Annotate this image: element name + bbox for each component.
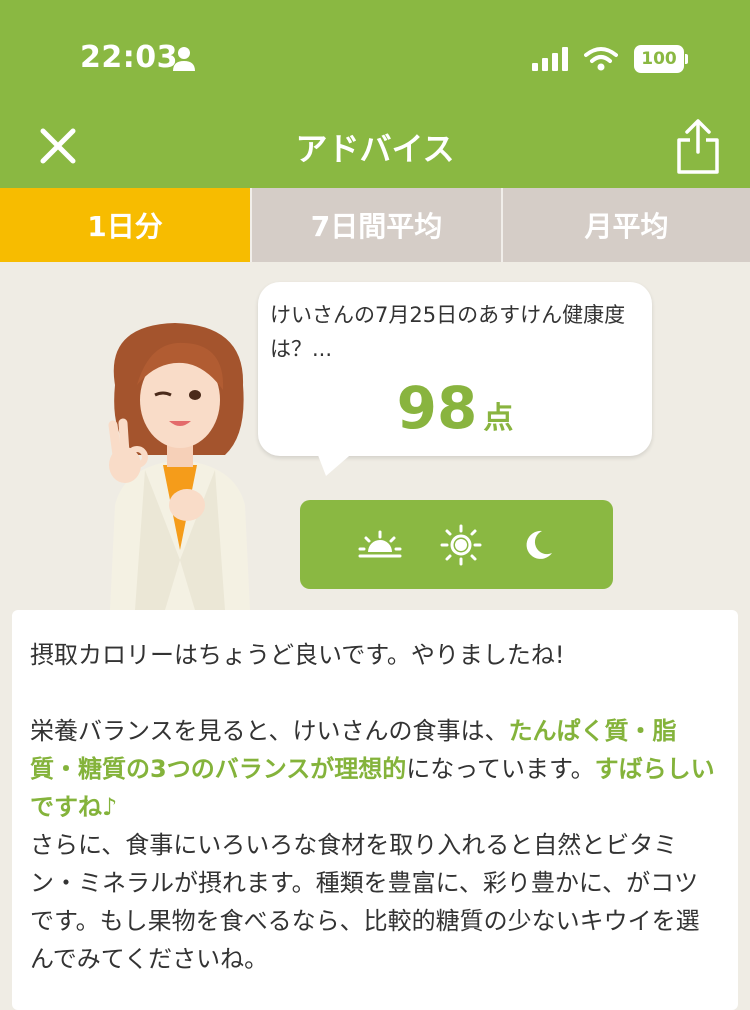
wifi-icon	[584, 47, 618, 71]
sunrise-icon[interactable]	[358, 530, 402, 560]
speech-bubble-tail	[316, 450, 356, 476]
advice-calorie-line: 摂取カロリーはちょうど良いです。やりましたね!	[30, 641, 565, 669]
meal-time-selector	[300, 500, 613, 589]
speech-bubble: けいさんの7月25日のあすけん健康度は？... 98 点	[258, 282, 652, 456]
tab-seven-day-average[interactable]: 7日間平均	[250, 188, 501, 262]
app-header: 22:03 100 アドバイス	[0, 0, 750, 188]
advice-balance-suffix: になっています。	[406, 755, 595, 783]
tab-monthly-average[interactable]: 月平均	[501, 188, 750, 262]
advice-ingredients-paragraph: さらに、食事にいろいろな食材を取り入れると自然とビタミン・ミネラルが摂れます。種…	[30, 831, 700, 973]
advice-balance-intro: 栄養バランスを見ると、けいさんの食事は、	[30, 717, 509, 745]
advisor-character-illustration	[108, 323, 250, 610]
sun-icon[interactable]	[440, 524, 482, 566]
period-tabs: 1日分 7日間平均 月平均	[0, 188, 750, 262]
advice-panel: 摂取カロリーはちょうど良いです。やりましたね! 栄養バランスを見ると、けいさんの…	[12, 610, 738, 1010]
score-unit: 点	[483, 401, 514, 436]
status-right: 100	[532, 45, 688, 73]
share-icon[interactable]	[674, 118, 722, 176]
moon-icon[interactable]	[520, 527, 556, 563]
page-title: アドバイス	[295, 130, 455, 168]
score-value: 98	[396, 374, 478, 442]
advice-balance-paragraph: 栄養バランスを見ると、けいさんの食事は、たんぱく質・脂質・糖質の3つのバランスが…	[30, 712, 720, 826]
bubble-message: けいさんの7月25日のあすけん健康度は？...	[270, 303, 626, 361]
signal-icon	[532, 47, 568, 71]
status-time: 22:03	[80, 40, 178, 75]
tab-one-day[interactable]: 1日分	[0, 188, 250, 262]
person-icon	[173, 47, 195, 71]
battery-indicator: 100	[634, 45, 688, 73]
health-score: 98 点	[258, 374, 652, 442]
